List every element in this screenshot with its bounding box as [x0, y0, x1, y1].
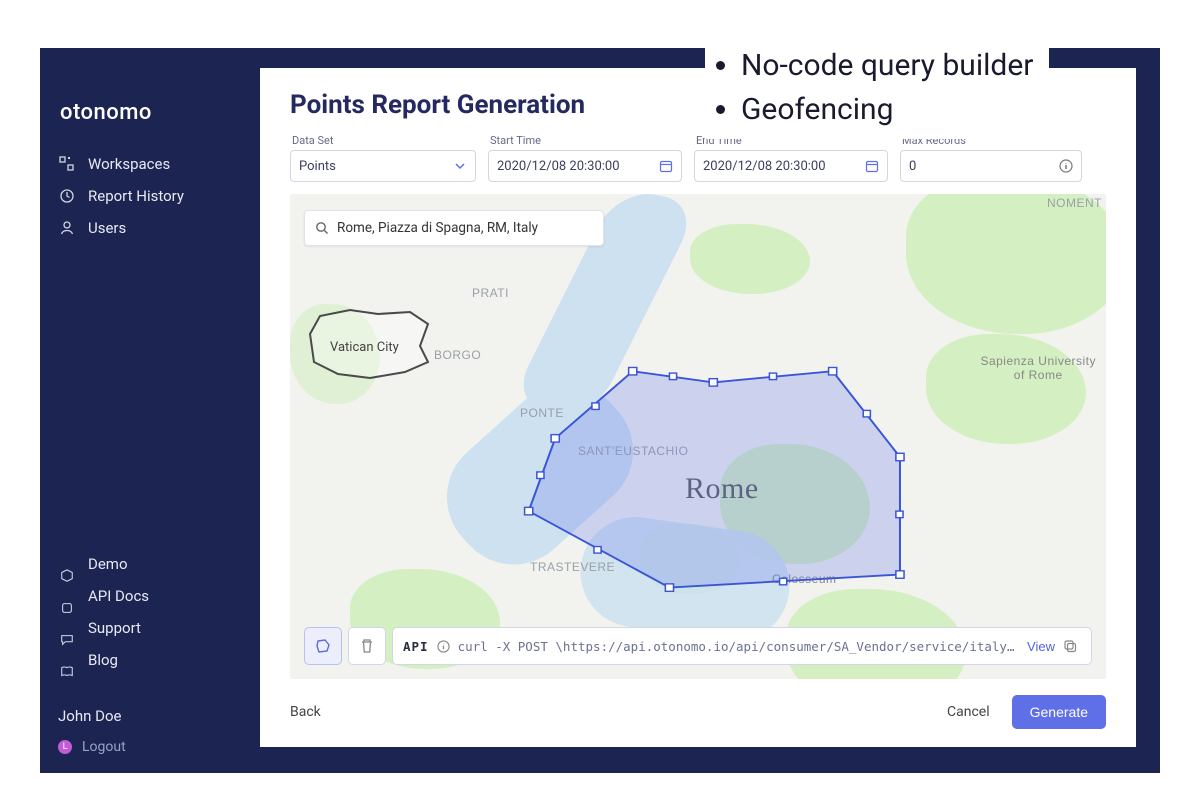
workspaces-icon: [58, 155, 76, 173]
generate-button[interactable]: Generate: [1012, 695, 1106, 729]
map-label-borgo: BORGO: [434, 348, 481, 362]
map-label-rome: Rome: [685, 472, 759, 506]
sidebar-item-label: Demo: [88, 555, 128, 573]
map[interactable]: PRATI BORGO PONTE SANT'EUSTACHIO TRASTEV…: [290, 194, 1106, 679]
main-panel: Points Report Generation Data Set Points…: [260, 68, 1136, 747]
map-search-value: Rome, Piazza di Spagna, RM, Italy: [337, 220, 538, 236]
sidebar: otonomo Workspaces Report History: [40, 48, 260, 773]
map-label-trastevere: TRASTEVERE: [530, 560, 615, 574]
delete-polygon-button[interactable]: [348, 627, 386, 665]
avatar: L: [58, 740, 72, 754]
info-icon: [1059, 159, 1073, 173]
copy-icon[interactable]: [1063, 639, 1081, 654]
back-button[interactable]: Back: [290, 704, 321, 720]
info-icon: [437, 640, 450, 653]
sidebar-item-label: Blog: [88, 651, 118, 669]
max-records-input[interactable]: 0: [900, 150, 1082, 182]
history-icon: [58, 187, 76, 205]
chevron-down-icon: [453, 159, 467, 173]
sidebar-item-support[interactable]: Support: [58, 619, 242, 637]
sidebar-item-users[interactable]: Users: [58, 219, 242, 237]
feature-item: No-code query builder: [741, 44, 1033, 88]
start-time-control: Start Time 2020/12/08 20:30:00: [488, 134, 682, 182]
map-label-ponte: PONTE: [520, 406, 564, 420]
calendar-icon: [865, 159, 879, 173]
users-icon: [58, 219, 76, 237]
sidebar-item-label: API Docs: [88, 587, 149, 605]
dataset-select[interactable]: Points: [290, 150, 476, 182]
end-time-input[interactable]: 2020/12/08 20:30:00: [694, 150, 888, 182]
map-search-input[interactable]: Rome, Piazza di Spagna, RM, Italy: [304, 210, 604, 246]
dataset-control: Data Set Points: [290, 134, 476, 182]
start-time-input[interactable]: 2020/12/08 20:30:00: [488, 150, 682, 182]
dataset-value: Points: [299, 159, 336, 174]
max-records-value: 0: [909, 159, 916, 174]
start-time-value: 2020/12/08 20:30:00: [497, 159, 620, 174]
end-time-value: 2020/12/08 20:30:00: [703, 159, 826, 174]
api-preview: API curl -X POST \https://api.otonomo.io…: [392, 627, 1092, 665]
dataset-label: Data Set: [292, 134, 476, 147]
chat-icon: [58, 631, 76, 649]
sidebar-item-label: Support: [88, 619, 141, 637]
brand-logo: otonomo: [60, 100, 242, 125]
user-block: John Doe L Logout: [58, 707, 242, 755]
map-label-prati: PRATI: [472, 286, 509, 300]
map-label-sapienza: Sapienza Universityof Rome: [980, 354, 1096, 382]
primary-nav: Workspaces Report History Users: [58, 155, 242, 237]
sidebar-item-workspaces[interactable]: Workspaces: [58, 155, 242, 173]
cube-icon: [58, 567, 76, 585]
sidebar-item-api-docs[interactable]: API Docs: [58, 587, 242, 605]
api-tag: API: [403, 639, 429, 654]
book-icon: [58, 663, 76, 681]
sidebar-item-label: Report History: [88, 187, 184, 205]
calendar-icon: [659, 159, 673, 173]
map-label-eustachio: SANT'EUSTACHIO: [578, 444, 688, 458]
max-records-control: Max Records 0: [900, 134, 1082, 182]
sidebar-item-label: Workspaces: [88, 155, 170, 173]
secondary-nav: Demo API Docs Support: [58, 555, 242, 669]
start-time-label: Start Time: [490, 134, 682, 147]
sidebar-item-report-history[interactable]: Report History: [58, 187, 242, 205]
search-icon: [315, 221, 329, 235]
sidebar-item-blog[interactable]: Blog: [58, 651, 242, 669]
user-name: John Doe: [58, 707, 242, 725]
map-label-noment: NOMENT: [1047, 196, 1102, 210]
feature-list: No-code query builder Geofencing: [705, 40, 1049, 139]
app-window: otonomo Workspaces Report History: [40, 48, 1160, 773]
map-toolbar: API curl -X POST \https://api.otonomo.io…: [304, 627, 1092, 665]
cancel-button[interactable]: Cancel: [947, 704, 990, 720]
query-controls: Data Set Points Start Time 2020/12/08 20…: [290, 134, 1106, 182]
map-label-vatican: Vatican City: [330, 340, 399, 355]
end-time-control: End Time 2020/12/08 20:30:00: [694, 134, 888, 182]
footer-actions: Back Cancel Generate: [290, 679, 1106, 729]
polygon-tool-button[interactable]: [304, 627, 342, 665]
map-background: [290, 194, 1106, 679]
feature-item: Geofencing: [741, 88, 1033, 132]
sidebar-item-demo[interactable]: Demo: [58, 555, 242, 573]
sidebar-item-label: Users: [88, 219, 126, 237]
logout-link[interactable]: Logout: [82, 739, 126, 755]
api-curl-text: curl -X POST \https://api.otonomo.io/api…: [458, 639, 1019, 654]
api-view-link[interactable]: View: [1027, 639, 1055, 654]
docs-icon: [58, 599, 76, 617]
map-label-colosseum: Colosseum: [772, 572, 837, 586]
